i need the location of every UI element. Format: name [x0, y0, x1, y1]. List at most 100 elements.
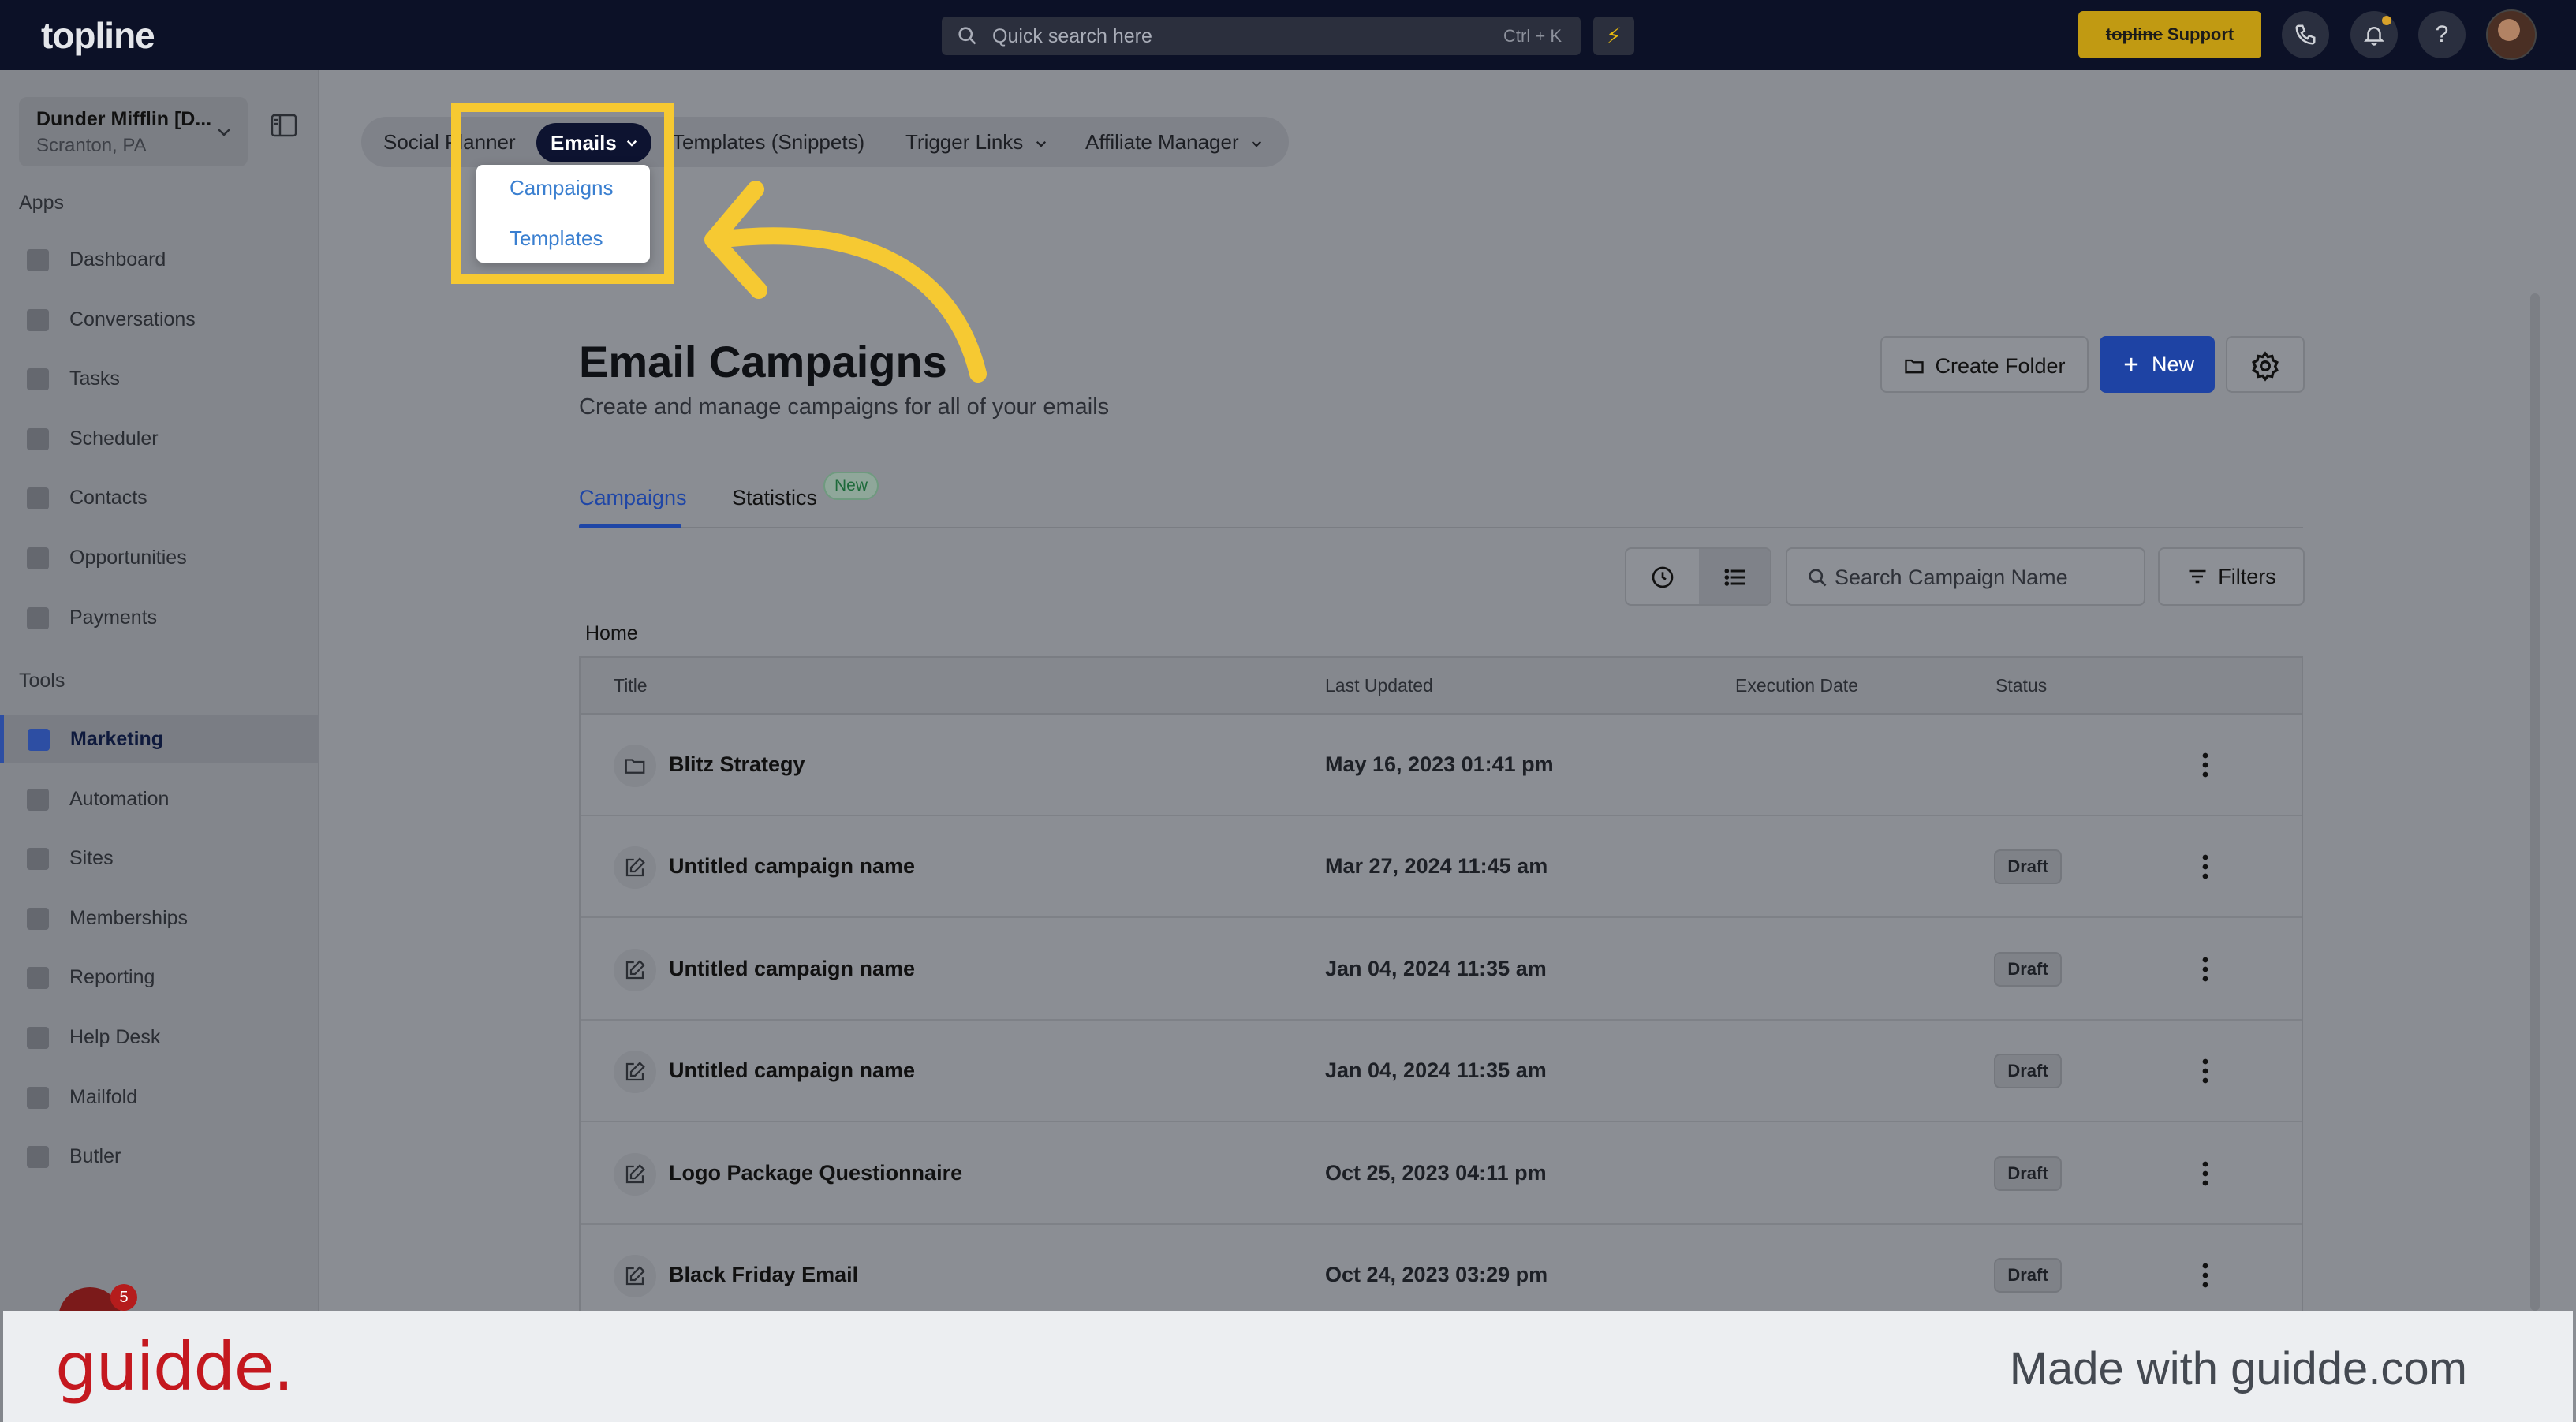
table-row[interactable]: Untitled campaign name Mar 27, 2024 11:45… — [581, 816, 2302, 919]
sidebar-item-label: Conversations — [69, 308, 196, 330]
campaign-search[interactable] — [1786, 547, 2145, 606]
filters-label: Filters — [2218, 565, 2276, 588]
settings-button[interactable] — [2226, 336, 2305, 393]
plus-icon — [2124, 357, 2138, 371]
sidebar-item-butler[interactable]: Butler — [0, 1132, 319, 1181]
more-options-icon[interactable] — [2190, 1258, 2221, 1293]
table-row[interactable]: Untitled campaign name Jan 04, 2024 11:35… — [581, 1021, 2302, 1123]
notifications-button[interactable] — [2350, 11, 2398, 58]
sidebar-item-marketing[interactable]: Marketing — [0, 715, 319, 763]
sidebar-item-conversations[interactable]: Conversations — [0, 295, 319, 344]
tools-section-label: Tools — [19, 670, 65, 692]
support-label: Support — [2167, 24, 2234, 44]
campaign-search-input[interactable] — [1835, 563, 2134, 592]
notification-dot — [2382, 16, 2391, 25]
sidebar-collapse-icon[interactable] — [270, 113, 298, 138]
app-logo[interactable]: topline — [41, 14, 155, 57]
row-title[interactable]: Black Friday Email — [669, 1263, 858, 1287]
tabs-divider — [579, 527, 2303, 528]
column-title[interactable]: Title — [614, 675, 648, 696]
sidebar-item-mailfold[interactable]: Mailfold — [0, 1073, 319, 1122]
breadcrumb[interactable]: Home — [585, 622, 638, 645]
sidebar-item-help-desk[interactable]: Help Desk — [0, 1013, 319, 1062]
lightning-icon[interactable]: ⚡ — [1593, 17, 1634, 55]
tab-statistics[interactable]: Statistics — [732, 486, 817, 510]
help-button[interactable]: ? — [2418, 11, 2466, 58]
tab-campaigns[interactable]: Campaigns — [579, 486, 687, 510]
sidebar-item-label: Dashboard — [69, 248, 166, 271]
sidebar-item-scheduler[interactable]: Scheduler — [0, 414, 319, 463]
group-icon — [27, 907, 49, 930]
create-folder-button[interactable]: Create Folder — [1880, 336, 2089, 393]
more-options-icon[interactable] — [2190, 849, 2221, 884]
user-icon — [27, 487, 49, 510]
support-button[interactable]: topline Support — [2078, 11, 2261, 58]
list-view-button[interactable] — [1699, 549, 1770, 604]
more-options-icon[interactable] — [2190, 1054, 2221, 1088]
table-row[interactable]: Logo Package Questionnaire Oct 25, 2023 0… — [581, 1123, 2302, 1225]
view-toggle — [1625, 547, 1771, 606]
tutorial-highlight-box — [451, 103, 674, 284]
filters-button[interactable]: Filters — [2158, 547, 2305, 606]
sidebar-item-contacts[interactable]: Contacts — [0, 473, 319, 522]
column-last-updated[interactable]: Last Updated — [1325, 675, 1433, 696]
sidebar-item-label: Mailfold — [69, 1085, 138, 1108]
target-icon — [27, 547, 49, 569]
apps-section-label: Apps — [19, 192, 64, 214]
edit-icon — [614, 846, 656, 890]
sidebar-item-dashboard[interactable]: Dashboard — [0, 235, 319, 284]
row-title[interactable]: Untitled campaign name — [669, 854, 915, 879]
edit-icon — [614, 1255, 656, 1297]
made-with-text: Made with guidde.com — [2009, 1343, 2467, 1394]
tab-affiliate-manager[interactable]: Affiliate Manager — [1085, 117, 1264, 167]
chevron-down-icon — [1036, 141, 1046, 147]
more-options-icon[interactable] — [2190, 1156, 2221, 1191]
row-last-updated: Oct 24, 2023 03:29 pm — [1325, 1263, 1548, 1286]
search-icon — [1809, 569, 1827, 587]
table-row[interactable]: Untitled campaign name Jan 04, 2024 11:35… — [581, 919, 2302, 1021]
more-options-icon[interactable] — [2190, 748, 2221, 782]
sidebar-item-label: Sites — [69, 847, 114, 870]
sidebar-item-memberships[interactable]: Memberships — [0, 894, 319, 942]
sidebar: Dunder Mifflin [D... Scranton, PA Apps D… — [0, 70, 319, 1422]
quick-search[interactable]: Quick search here Ctrl + K — [942, 17, 1581, 55]
user-avatar[interactable] — [2486, 9, 2537, 60]
phone-button[interactable] — [2282, 11, 2329, 58]
location-address: Scranton, PA — [36, 135, 147, 156]
status-badge: Draft — [1994, 1155, 2062, 1191]
bell-icon — [2363, 27, 2385, 46]
new-button[interactable]: New — [2100, 336, 2215, 393]
page-scrollbar[interactable] — [2530, 293, 2540, 1311]
sidebar-item-label: Automation — [69, 787, 170, 810]
sidebar-item-label: Payments — [69, 606, 158, 629]
support-brand: topline — [2105, 24, 2163, 44]
recent-view-button[interactable] — [1626, 549, 1699, 604]
sidebar-item-label: Scheduler — [69, 427, 159, 450]
row-title[interactable]: Logo Package Questionnaire — [669, 1161, 962, 1185]
guidde-logo: guidde. — [55, 1328, 294, 1405]
table-row[interactable]: Black Friday Email Oct 24, 2023 03:29 pm D… — [581, 1225, 2302, 1312]
sidebar-item-reporting[interactable]: Reporting — [0, 953, 319, 1002]
create-folder-label: Create Folder — [1935, 354, 2066, 378]
more-options-icon[interactable] — [2190, 952, 2221, 987]
row-title[interactable]: Untitled campaign name — [669, 1058, 915, 1083]
top-bar: topline Quick search here Ctrl + K ⚡ top… — [0, 0, 2576, 70]
location-switcher[interactable]: Dunder Mifflin [D... Scranton, PA — [19, 97, 248, 166]
sidebar-item-label: Opportunities — [69, 547, 187, 569]
gears-icon — [27, 788, 49, 811]
row-title[interactable]: Untitled campaign name — [669, 957, 915, 981]
sidebar-item-tasks[interactable]: Tasks — [0, 354, 319, 403]
column-status[interactable]: Status — [1995, 675, 2047, 696]
sidebar-item-automation[interactable]: Automation — [0, 774, 319, 823]
row-title[interactable]: Blitz Strategy — [669, 752, 805, 777]
active-tab-indicator — [579, 524, 681, 528]
sidebar-item-opportunities[interactable]: Opportunities — [0, 533, 319, 582]
megaphone-icon — [28, 729, 50, 751]
sidebar-item-payments[interactable]: Payments — [0, 593, 319, 642]
campaigns-table: Title Last Updated Execution Date Status… — [579, 656, 2303, 1312]
folder-icon — [1905, 359, 1925, 374]
chat-icon — [27, 308, 49, 331]
table-row[interactable]: Blitz Strategy May 16, 2023 01:41 pm — [581, 715, 2302, 816]
column-execution-date[interactable]: Execution Date — [1735, 675, 1858, 696]
sidebar-item-sites[interactable]: Sites — [0, 834, 319, 883]
